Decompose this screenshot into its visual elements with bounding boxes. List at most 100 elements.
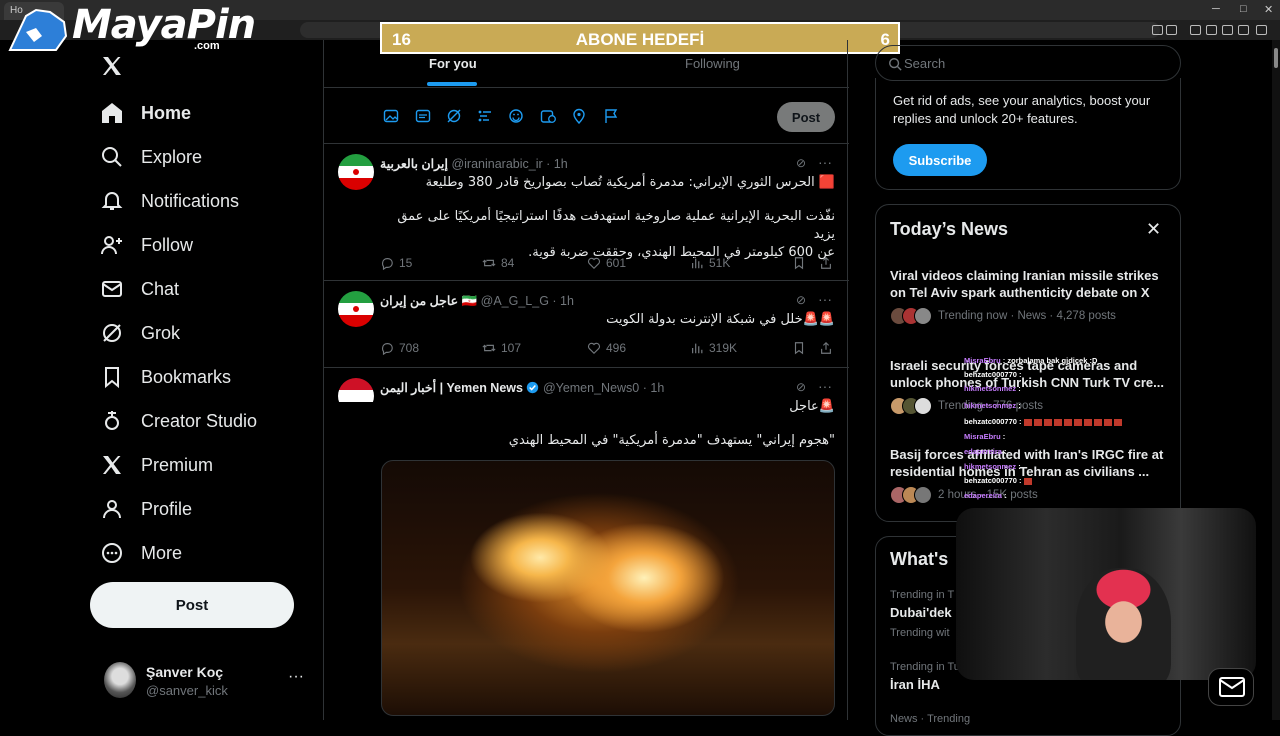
repost-button[interactable]: 84 <box>482 256 514 270</box>
trend-context: Trending in T <box>890 589 955 601</box>
more-icon[interactable]: ··· <box>818 154 832 170</box>
messages-drawer-button[interactable] <box>1208 668 1254 706</box>
grok-icon[interactable] <box>446 108 462 124</box>
image-icon[interactable] <box>383 108 399 124</box>
like-button[interactable]: 601 <box>587 256 626 270</box>
iran-flag-avatar[interactable] <box>338 154 374 190</box>
views-button[interactable]: 51K <box>690 256 730 270</box>
trend-context: Trending in Tu <box>890 661 960 673</box>
iran-flag-avatar[interactable] <box>338 291 374 327</box>
composer-post-button[interactable]: Post <box>777 102 835 132</box>
tweet-media-image[interactable] <box>381 460 835 716</box>
more-icon[interactable]: ··· <box>818 291 832 307</box>
tab-for-you[interactable]: For you <box>429 56 477 71</box>
maximize-button[interactable]: □ <box>1240 3 1247 15</box>
author-name[interactable]: أخبار اليمن | Yemen News <box>380 381 523 395</box>
chat-user: behzatc000770 <box>964 476 1017 485</box>
trend-name[interactable]: Dubai'dek <box>890 605 952 620</box>
extension-icon[interactable] <box>1206 25 1217 35</box>
grok-icon[interactable]: ⊘ <box>796 380 806 394</box>
nav-chat[interactable]: Chat <box>100 271 179 307</box>
nav-notifications[interactable]: Notifications <box>100 183 239 219</box>
chat-user: behzatc000770 <box>964 417 1017 426</box>
reply-button[interactable]: 15 <box>380 256 412 270</box>
extension-icon[interactable] <box>1238 25 1249 35</box>
tab-following[interactable]: Following <box>685 56 740 71</box>
chat-user: hikmetsonmez <box>964 462 1017 471</box>
chat-message: edapereira : <box>964 491 1007 500</box>
chat-message: behzatc000770 : <box>964 417 1124 426</box>
bookmark-icon[interactable] <box>792 341 806 355</box>
nav-explore[interactable]: Explore <box>100 139 202 175</box>
grok-icon[interactable]: ⊘ <box>796 156 806 170</box>
like-button[interactable]: 496 <box>587 341 626 355</box>
more-icon[interactable]: ··· <box>818 378 832 394</box>
tweet-line: "هجوم إيراني" يستهدف "مدمرة أمريكية" في … <box>508 433 835 448</box>
more-icon[interactable]: ··· <box>288 668 304 686</box>
bookmark-icon[interactable] <box>792 256 806 270</box>
search-input[interactable]: Search <box>875 45 1181 81</box>
heart-icon <box>587 342 601 355</box>
author-handle[interactable]: @Yemen_News0 <box>543 381 639 395</box>
share-icon[interactable] <box>819 256 833 270</box>
extension-icon[interactable] <box>1152 25 1163 35</box>
chat-user: hikmetsonmez <box>964 384 1017 393</box>
scrollbar[interactable] <box>1272 40 1280 720</box>
schedule-icon[interactable] <box>540 108 556 124</box>
nav-more[interactable]: More <box>100 535 182 571</box>
subscribe-button[interactable]: Subscribe <box>893 144 987 176</box>
tweet-time[interactable]: · 1h <box>643 381 665 395</box>
nav-label: Premium <box>141 454 214 475</box>
nav-bookmarks[interactable]: Bookmarks <box>100 359 231 395</box>
poll-icon[interactable] <box>477 108 493 124</box>
scrollbar-thumb[interactable] <box>1274 48 1278 68</box>
flag-icon[interactable] <box>603 108 619 124</box>
trend-name[interactable]: İran İHA <box>890 677 940 692</box>
views-button[interactable]: 319K <box>690 341 737 355</box>
extension-icon[interactable] <box>1190 25 1201 35</box>
reply-button[interactable]: 708 <box>380 341 419 355</box>
close-window-button[interactable]: ✕ <box>1264 3 1273 16</box>
location-icon[interactable] <box>571 108 587 124</box>
x-logo-icon[interactable] <box>100 54 124 78</box>
repost-button[interactable]: 107 <box>482 341 521 355</box>
tweet-time[interactable]: · 1h <box>552 294 574 308</box>
nav-follow[interactable]: Follow <box>100 227 193 263</box>
author-handle[interactable]: @iraninarabic_ir <box>451 157 542 171</box>
close-icon[interactable]: ✕ <box>1146 219 1161 240</box>
tweet-time[interactable]: · 1h <box>546 157 568 171</box>
chat-message: MisraEbru : zorbalama bak gidicek :D <box>964 356 1098 365</box>
extension-icon[interactable] <box>1256 25 1267 35</box>
author-name[interactable]: إيران بالعربية <box>380 157 448 171</box>
author-name[interactable]: عاجل من إيران 🇮🇷 <box>380 294 477 308</box>
grok-icon[interactable]: ⊘ <box>796 293 806 307</box>
nav-premium[interactable]: Premium <box>100 447 213 483</box>
author-handle[interactable]: @A_G_L_G <box>481 294 549 308</box>
profile-name: Şanver Koç <box>146 664 224 680</box>
extension-icon[interactable] <box>1166 25 1177 35</box>
nav-label: More <box>141 542 183 563</box>
emoji-icon[interactable] <box>508 108 524 124</box>
chat-message: hikmetsonmez : <box>964 401 1021 410</box>
account-switcher[interactable]: Şanver Koç @sanver_kick ··· <box>100 658 310 704</box>
tweet[interactable]: عاجل من إيران 🇮🇷 @A_G_L_G · 1h ⊘ ··· 🚨🚨خ… <box>324 281 849 368</box>
nav-creator-studio[interactable]: Creator Studio <box>100 403 257 439</box>
yemen-flag-avatar[interactable] <box>338 378 374 414</box>
nav-grok[interactable]: Grok <box>100 315 180 351</box>
tweet-actions: 708 107 496 319K <box>380 339 836 359</box>
tweet[interactable]: إيران بالعربية @iraninarabic_ir · 1h ⊘ ·… <box>324 144 849 281</box>
minimize-button[interactable]: ─ <box>1212 3 1220 15</box>
post-button[interactable]: Post <box>90 582 294 628</box>
gif-icon[interactable] <box>415 108 431 124</box>
nav-label: Notifications <box>141 190 240 211</box>
reply-count: 15 <box>399 256 413 270</box>
nav-home[interactable]: Home <box>100 95 191 131</box>
extension-icon[interactable] <box>1222 25 1233 35</box>
news-meta-text: Trending now · News · 4,278 posts <box>938 310 1116 322</box>
news-item[interactable]: Viral videos claiming Iranian missile st… <box>890 267 1174 325</box>
chat-user: edapereira <box>964 491 1002 500</box>
nav-profile[interactable]: Profile <box>100 491 192 527</box>
stream-chat-overlay: MisraEbru : zorbalama bak gidicek :D beh… <box>962 356 1182 506</box>
chat-message: edapereira : <box>964 447 1007 456</box>
share-icon[interactable] <box>819 341 833 355</box>
